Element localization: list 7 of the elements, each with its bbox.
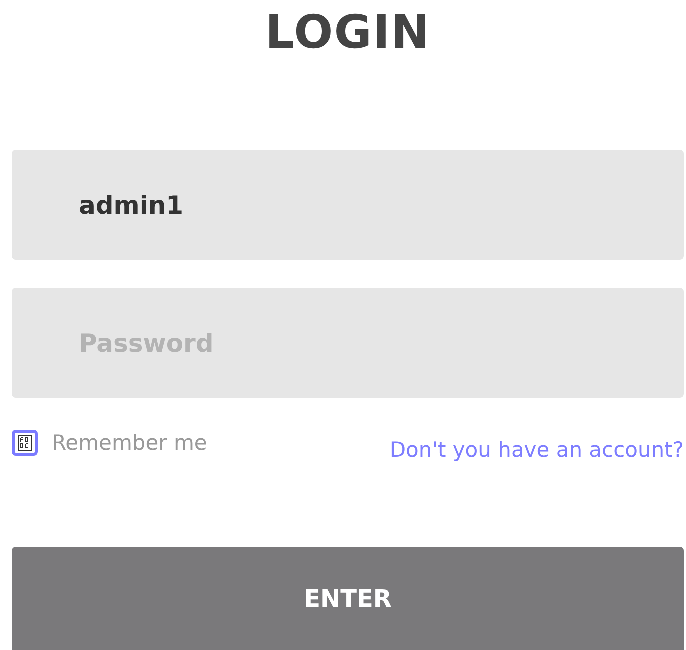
signup-link[interactable]: Don't you have an account? — [390, 438, 684, 462]
username-field[interactable]: admin1 — [12, 150, 684, 260]
remember-checkbox[interactable] — [12, 430, 38, 456]
page-title: LOGIN — [264, 4, 432, 60]
glyph-box-icon — [18, 435, 32, 451]
remember-label: Remember me — [52, 431, 208, 455]
enter-button[interactable]: ENTER — [12, 547, 684, 650]
